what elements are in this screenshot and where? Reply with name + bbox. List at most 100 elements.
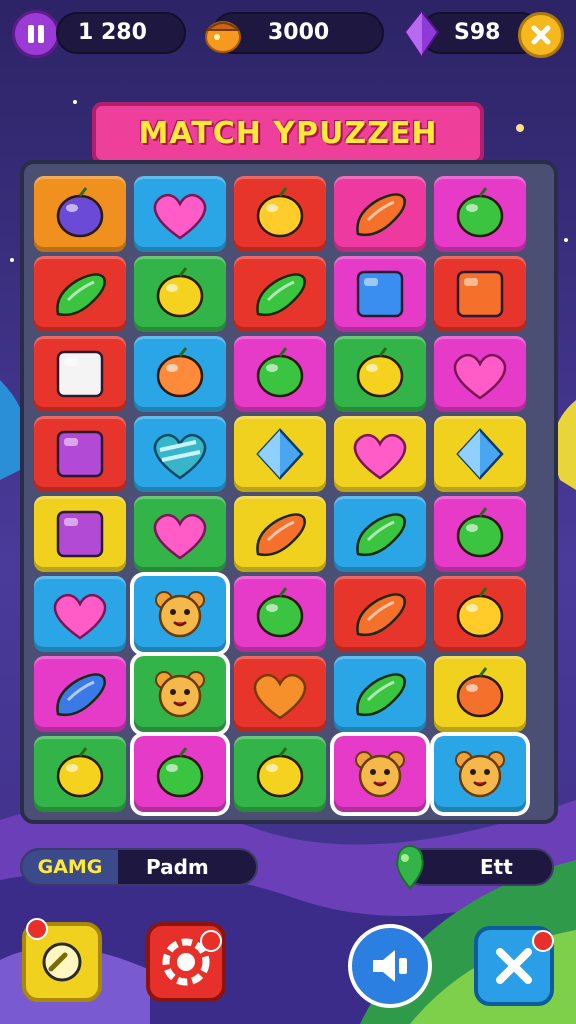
tile-r2-c3[interactable]	[234, 256, 326, 332]
tile-r8-c2[interactable]	[134, 736, 226, 812]
balloon-icon	[256, 587, 304, 638]
speaker-icon	[373, 950, 407, 982]
tile-r4-c2[interactable]	[134, 416, 226, 492]
settings-badge	[200, 930, 222, 952]
prism-icon	[456, 428, 504, 480]
surfboard-icon	[156, 747, 204, 798]
score-value: 1 280	[78, 20, 147, 45]
tile-r6-c5[interactable]	[434, 576, 526, 652]
green-orb-icon	[396, 845, 424, 890]
tile-r7-c1[interactable]	[34, 656, 126, 732]
pepper-icon	[56, 273, 106, 317]
score-display: 1 280	[56, 12, 186, 54]
tile-r4-c4[interactable]	[334, 416, 426, 492]
tile-r6-c1[interactable]	[34, 576, 126, 652]
tile-r3-c4[interactable]	[334, 336, 426, 412]
acorn-coin-icon	[205, 21, 241, 53]
tile-r3-c3[interactable]	[234, 336, 326, 412]
tile-r5-c5[interactable]	[434, 496, 526, 572]
tile-r1-c2[interactable]	[134, 176, 226, 252]
flower-fruit-icon	[456, 507, 504, 558]
mode-value: Padm	[146, 855, 209, 879]
tile-r2-c5[interactable]	[434, 256, 526, 332]
tile-r3-c5[interactable]	[434, 336, 526, 412]
tile-r8-c3[interactable]	[234, 736, 326, 812]
blue-gem-icon	[256, 428, 304, 480]
tile-r8-c4[interactable]	[334, 736, 426, 812]
tile-r1-c4[interactable]	[334, 176, 426, 252]
cake-slice-icon	[156, 347, 204, 398]
green-bean-icon	[356, 673, 406, 717]
carrot-icon	[356, 593, 406, 637]
tile-r1-c1[interactable]	[34, 176, 126, 252]
square-block-icon	[456, 270, 504, 318]
close-button[interactable]	[518, 12, 564, 58]
game-mode-bar: GAMG Padm	[20, 848, 258, 886]
note-card-icon	[56, 350, 104, 398]
heart-icon	[153, 193, 207, 240]
tile-r2-c2[interactable]	[134, 256, 226, 332]
tile-r7-c2[interactable]	[134, 656, 226, 732]
gem-bar-icon	[356, 270, 404, 318]
game-board	[20, 160, 558, 824]
gems-value: S98	[454, 20, 501, 45]
sound-button[interactable]	[348, 924, 432, 1008]
tile-r8-c1[interactable]	[34, 736, 126, 812]
heart-icon	[53, 593, 107, 640]
tile-r8-c5[interactable]	[434, 736, 526, 812]
bird-icon	[256, 747, 304, 798]
tile-r3-c1[interactable]	[34, 336, 126, 412]
smiley-fruit-icon	[256, 187, 304, 238]
banana-icon	[56, 673, 106, 717]
leaf-icon	[456, 187, 504, 238]
pause-icon	[28, 25, 44, 43]
bear-face-icon	[155, 591, 205, 638]
orange-heart-icon	[253, 673, 307, 720]
tile-r2-c4[interactable]	[334, 256, 426, 332]
bear-face-icon	[455, 751, 505, 798]
gem-icon	[404, 10, 440, 58]
tile-r2-c1[interactable]	[34, 256, 126, 332]
title-banner: MATCH YPUZZEH	[92, 102, 484, 164]
striped-heart-icon	[153, 433, 207, 480]
bear-face-icon	[355, 751, 405, 798]
pause-button[interactable]	[12, 10, 60, 58]
tile-r6-c4[interactable]	[334, 576, 426, 652]
tile-r5-c4[interactable]	[334, 496, 426, 572]
tile-r5-c1[interactable]	[34, 496, 126, 572]
heart-icon	[453, 353, 507, 400]
tile-r5-c2[interactable]	[134, 496, 226, 572]
x-icon	[496, 948, 532, 984]
carrot-icon	[256, 513, 306, 557]
boost-badge	[26, 918, 48, 940]
bean-icon	[356, 513, 406, 557]
exit-label: Ett	[480, 855, 513, 879]
close-icon	[531, 25, 551, 45]
purple-square-icon	[56, 430, 104, 478]
tile-r1-c5[interactable]	[434, 176, 526, 252]
pumpkin-icon	[456, 667, 504, 718]
purple-block-icon	[56, 510, 104, 558]
carrot-icon	[356, 193, 406, 237]
smiley-face-icon	[156, 267, 204, 318]
candy-icon	[56, 187, 104, 238]
tile-r1-c3[interactable]	[234, 176, 326, 252]
quit-badge	[532, 930, 554, 952]
coins-value: 3000	[268, 20, 330, 45]
bear-face-icon	[155, 671, 205, 718]
tile-r5-c3[interactable]	[234, 496, 326, 572]
orange-icon	[456, 587, 504, 638]
game-title: MATCH YPUZZEH	[138, 115, 438, 151]
tile-r4-c5[interactable]	[434, 416, 526, 492]
tile-r3-c2[interactable]	[134, 336, 226, 412]
tile-r4-c3[interactable]	[234, 416, 326, 492]
cucumber-icon	[256, 273, 306, 317]
tile-r7-c3[interactable]	[234, 656, 326, 732]
magnifier-icon	[42, 942, 82, 982]
bag-icon	[256, 347, 304, 398]
tile-r7-c5[interactable]	[434, 656, 526, 732]
tile-r7-c4[interactable]	[334, 656, 426, 732]
tile-r6-c2[interactable]	[134, 576, 226, 652]
tile-r6-c3[interactable]	[234, 576, 326, 652]
tile-r4-c1[interactable]	[34, 416, 126, 492]
